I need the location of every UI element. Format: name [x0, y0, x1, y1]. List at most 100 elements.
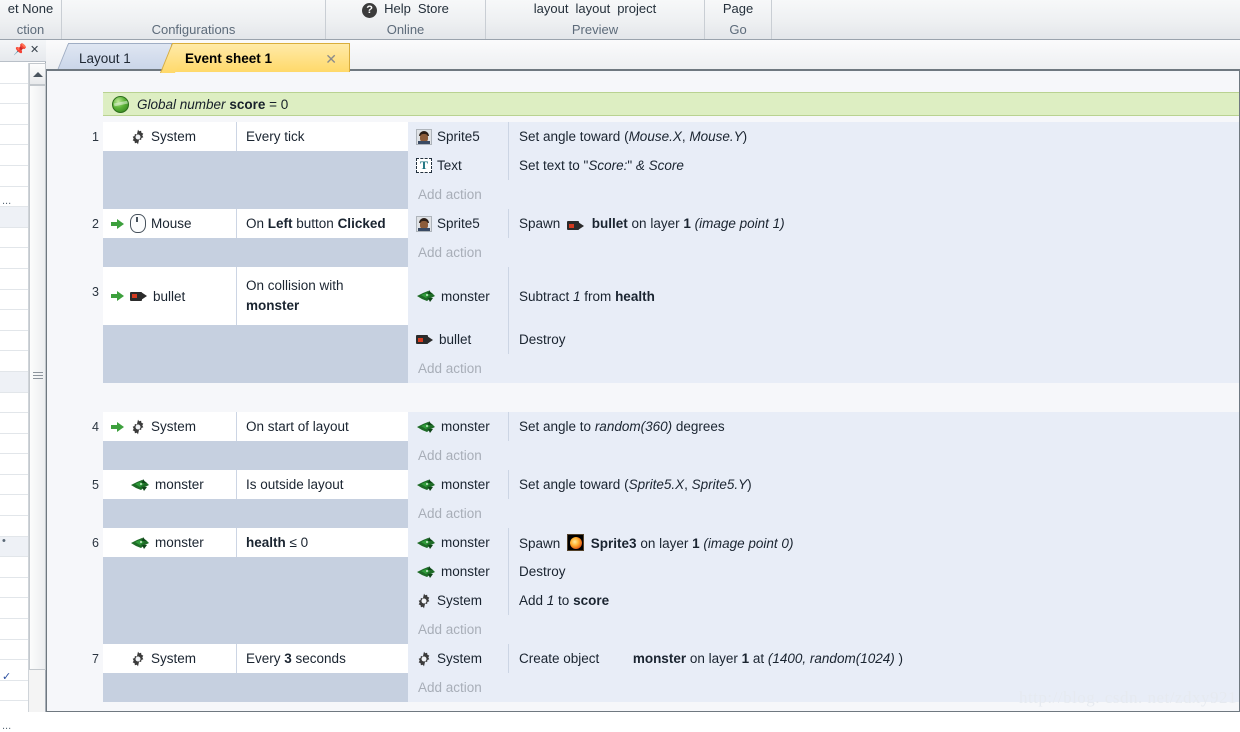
property-row[interactable]	[0, 84, 28, 105]
property-row[interactable]	[0, 290, 28, 311]
action-text-cell[interactable]: Destroy	[509, 325, 1239, 354]
close-icon[interactable]: ✕	[30, 44, 41, 57]
event-row[interactable]: Add action	[103, 180, 1239, 209]
action-text-cell[interactable]: Set text to "Score:" & Score	[509, 151, 1239, 180]
condition-object-cell[interactable]: Mouse	[103, 209, 237, 238]
property-row[interactable]	[0, 104, 28, 125]
condition-text-cell[interactable]: Is outside layout	[237, 470, 408, 499]
property-row[interactable]	[0, 413, 28, 434]
event-block[interactable]: 3 bullet On collision with monster monster S…	[92, 267, 1239, 383]
add-action-link[interactable]: Add action	[408, 499, 509, 528]
add-action-link[interactable]: Add action	[408, 180, 509, 209]
scrollbar-track[interactable]	[29, 85, 46, 712]
action-object-cell[interactable]: monster	[408, 528, 509, 557]
property-row[interactable]	[0, 681, 28, 702]
condition-object-cell[interactable]: monster	[103, 470, 237, 499]
property-row[interactable]	[0, 619, 28, 640]
condition-text-cell[interactable]: On Left button Clicked	[237, 209, 408, 238]
event-row[interactable]: Add action	[103, 615, 1239, 644]
event-block[interactable]: 2 Mouse On Left button Clicked Sprite5 Spawn…	[92, 209, 1239, 267]
action-object-cell[interactable]: Sprite5	[408, 122, 509, 151]
ribbon-group-configurations-items[interactable]	[62, 0, 325, 19]
property-row[interactable]	[0, 454, 28, 475]
property-row[interactable]	[0, 145, 28, 166]
property-row[interactable]	[0, 351, 28, 372]
ribbon-group-selection-items[interactable]: et None	[0, 0, 61, 19]
action-object-cell[interactable]: System	[408, 644, 509, 673]
add-action-link[interactable]: Add action	[408, 354, 509, 383]
event-block[interactable]: 6 monster health ≤ 0 monster Spawn Sprite3 o…	[92, 528, 1239, 644]
condition-object-cell[interactable]: System	[103, 122, 237, 151]
event-block[interactable]: 5 monster Is outside layout monster Set angl…	[92, 470, 1239, 528]
action-text-cell[interactable]: Set angle toward (Sprite5.X, Sprite5.Y)	[509, 470, 1239, 499]
event-row[interactable]: bullet On collision with monster monster Su…	[103, 267, 1239, 325]
event-row[interactable]: System On start of layout monster Set angle…	[103, 412, 1239, 441]
scrollbar-thumb[interactable]	[29, 85, 46, 670]
action-object-cell[interactable]: System	[408, 586, 509, 615]
action-text-cell[interactable]: Set angle toward (Mouse.X, Mouse.Y)	[509, 122, 1239, 151]
property-row[interactable]	[0, 248, 28, 269]
event-row[interactable]: System Every tick Sprite5 Set angle toward …	[103, 122, 1239, 151]
property-row[interactable]	[0, 557, 28, 578]
condition-object-cell[interactable]: System	[103, 412, 237, 441]
event-row[interactable]: T Text Set text to "Score:" & Score	[103, 151, 1239, 180]
property-row[interactable]	[0, 516, 28, 537]
ribbon-group-preview-items[interactable]: layout layout project	[486, 0, 704, 19]
property-row[interactable]	[0, 166, 28, 187]
action-text-cell[interactable]: Set angle to random(360) degrees	[509, 412, 1239, 441]
help-icon[interactable]: ?	[362, 0, 378, 18]
action-object-cell[interactable]: monster	[408, 557, 509, 586]
tab-close-icon[interactable]: ✕	[325, 51, 337, 68]
ribbon-group-online-items[interactable]: ? Help Store	[326, 0, 485, 19]
condition-text-cell[interactable]: health ≤ 0	[237, 528, 408, 557]
action-object-cell[interactable]: monster	[408, 267, 509, 325]
action-text-cell[interactable]: Subtract 1 from health	[509, 267, 1239, 325]
pin-icon[interactable]: 📌	[13, 44, 27, 57]
event-row[interactable]: Add action	[103, 354, 1239, 383]
add-action-link[interactable]: Add action	[408, 673, 509, 702]
action-text-cell[interactable]: Destroy	[509, 557, 1239, 586]
ribbon-item-set-none[interactable]: et None	[8, 1, 54, 16]
property-row[interactable]	[0, 207, 28, 228]
action-object-cell[interactable]: monster	[408, 470, 509, 499]
condition-text-cell[interactable]: On collision with monster	[237, 267, 408, 325]
condition-object-cell[interactable]: bullet	[103, 267, 237, 325]
ribbon-item-preview-layout[interactable]: layout	[534, 1, 569, 16]
action-object-cell[interactable]: monster	[408, 412, 509, 441]
event-row[interactable]: monster Is outside layout monster Set angle…	[103, 470, 1239, 499]
property-row[interactable]	[0, 393, 28, 414]
tab-layout-1[interactable]: Layout 1	[56, 43, 172, 73]
event-row[interactable]: bullet Destroy	[103, 325, 1239, 354]
property-row[interactable]	[0, 495, 28, 517]
ribbon-group-go-items[interactable]: Page	[705, 0, 771, 19]
property-row[interactable]	[0, 310, 28, 331]
properties-vertical-scrollbar[interactable]	[28, 63, 46, 712]
condition-text-cell[interactable]: Every 3 seconds	[237, 644, 408, 673]
event-row[interactable]: Add action	[103, 441, 1239, 470]
property-row[interactable]	[0, 228, 28, 249]
add-action-link[interactable]: Add action	[408, 615, 509, 644]
action-object-cell[interactable]: Sprite5	[408, 209, 509, 238]
property-row[interactable]	[0, 63, 28, 84]
event-row[interactable]: monster Destroy	[103, 557, 1239, 586]
ribbon-item-page[interactable]: Page	[723, 1, 753, 16]
event-row[interactable]: Add action	[103, 499, 1239, 528]
event-block[interactable]: 4 System On start of layout monster Set angl…	[92, 412, 1239, 470]
action-text-cell[interactable]: Create object monster on layer 1 at (140…	[509, 644, 1239, 673]
condition-object-cell[interactable]: monster	[103, 528, 237, 557]
property-row[interactable]	[0, 640, 28, 661]
event-row[interactable]: monster health ≤ 0 monster Spawn Sprite3 on…	[103, 528, 1239, 557]
property-row[interactable]	[0, 578, 28, 599]
property-row[interactable]	[0, 331, 28, 352]
property-row[interactable]	[0, 598, 28, 620]
event-block[interactable]: 1 System Every tick Sprite5 Set angle toward…	[92, 122, 1239, 209]
event-row[interactable]: System Add 1 to score	[103, 586, 1239, 615]
event-row[interactable]: System Every 3 seconds System Create object…	[103, 644, 1239, 673]
ribbon-item-help[interactable]: Help	[384, 1, 411, 16]
property-row[interactable]	[0, 701, 28, 712]
event-row[interactable]: Add action	[103, 238, 1239, 267]
action-text-cell[interactable]: Spawn Sprite3 on layer 1 (image point 0)	[509, 528, 1239, 557]
add-action-link[interactable]: Add action	[408, 238, 509, 267]
global-variable-row[interactable]: Global number score = 0	[103, 92, 1239, 116]
ribbon-item-store[interactable]: Store	[418, 1, 449, 16]
